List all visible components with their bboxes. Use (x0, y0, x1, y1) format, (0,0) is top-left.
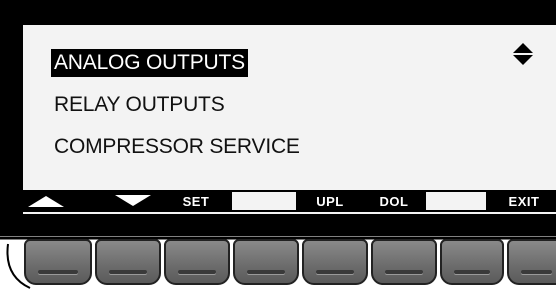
softkey-up[interactable] (20, 192, 71, 210)
hardware-button-2[interactable] (95, 239, 161, 285)
hardware-button-5[interactable] (302, 239, 368, 285)
triangle-up-icon (27, 196, 64, 207)
softkey-blank-1[interactable] (232, 192, 296, 210)
hardware-button-6[interactable] (371, 239, 437, 285)
softkey-set-label: SET (182, 193, 210, 209)
hardware-button-1[interactable] (24, 239, 92, 285)
menu-item-relay-outputs[interactable]: RELAY OUTPUTS (51, 91, 228, 119)
softkey-down[interactable] (107, 192, 159, 210)
softkey-bar: SET UPL DOL EXIT (14, 190, 556, 212)
keypad-panel (0, 236, 556, 289)
menu-item-compressor-service[interactable]: COMPRESSOR SERVICE (51, 133, 303, 161)
softkey-upl-label: UPL (316, 193, 344, 209)
softkey-upl[interactable]: UPL (302, 192, 358, 210)
triangle-down-icon (115, 195, 151, 206)
hardware-button-4[interactable] (233, 239, 299, 285)
menu-item-analog-outputs[interactable]: ANALOG OUTPUTS (51, 49, 248, 77)
up-down-triangles-icon (513, 43, 533, 65)
hardware-button-3[interactable] (164, 239, 230, 285)
hardware-button-7[interactable] (440, 239, 504, 285)
hardware-button-8[interactable] (507, 239, 556, 285)
softkey-set[interactable]: SET (166, 192, 226, 210)
softkey-blank-2[interactable] (426, 192, 486, 210)
softkey-dol[interactable]: DOL (366, 192, 422, 210)
lcd-screen: ANALOG OUTPUTS RELAY OUTPUTS COMPRESSOR … (23, 25, 556, 214)
softkey-exit[interactable]: EXIT (492, 192, 556, 210)
softkey-dol-label: DOL (379, 193, 409, 209)
softkey-exit-label: EXIT (508, 193, 540, 209)
